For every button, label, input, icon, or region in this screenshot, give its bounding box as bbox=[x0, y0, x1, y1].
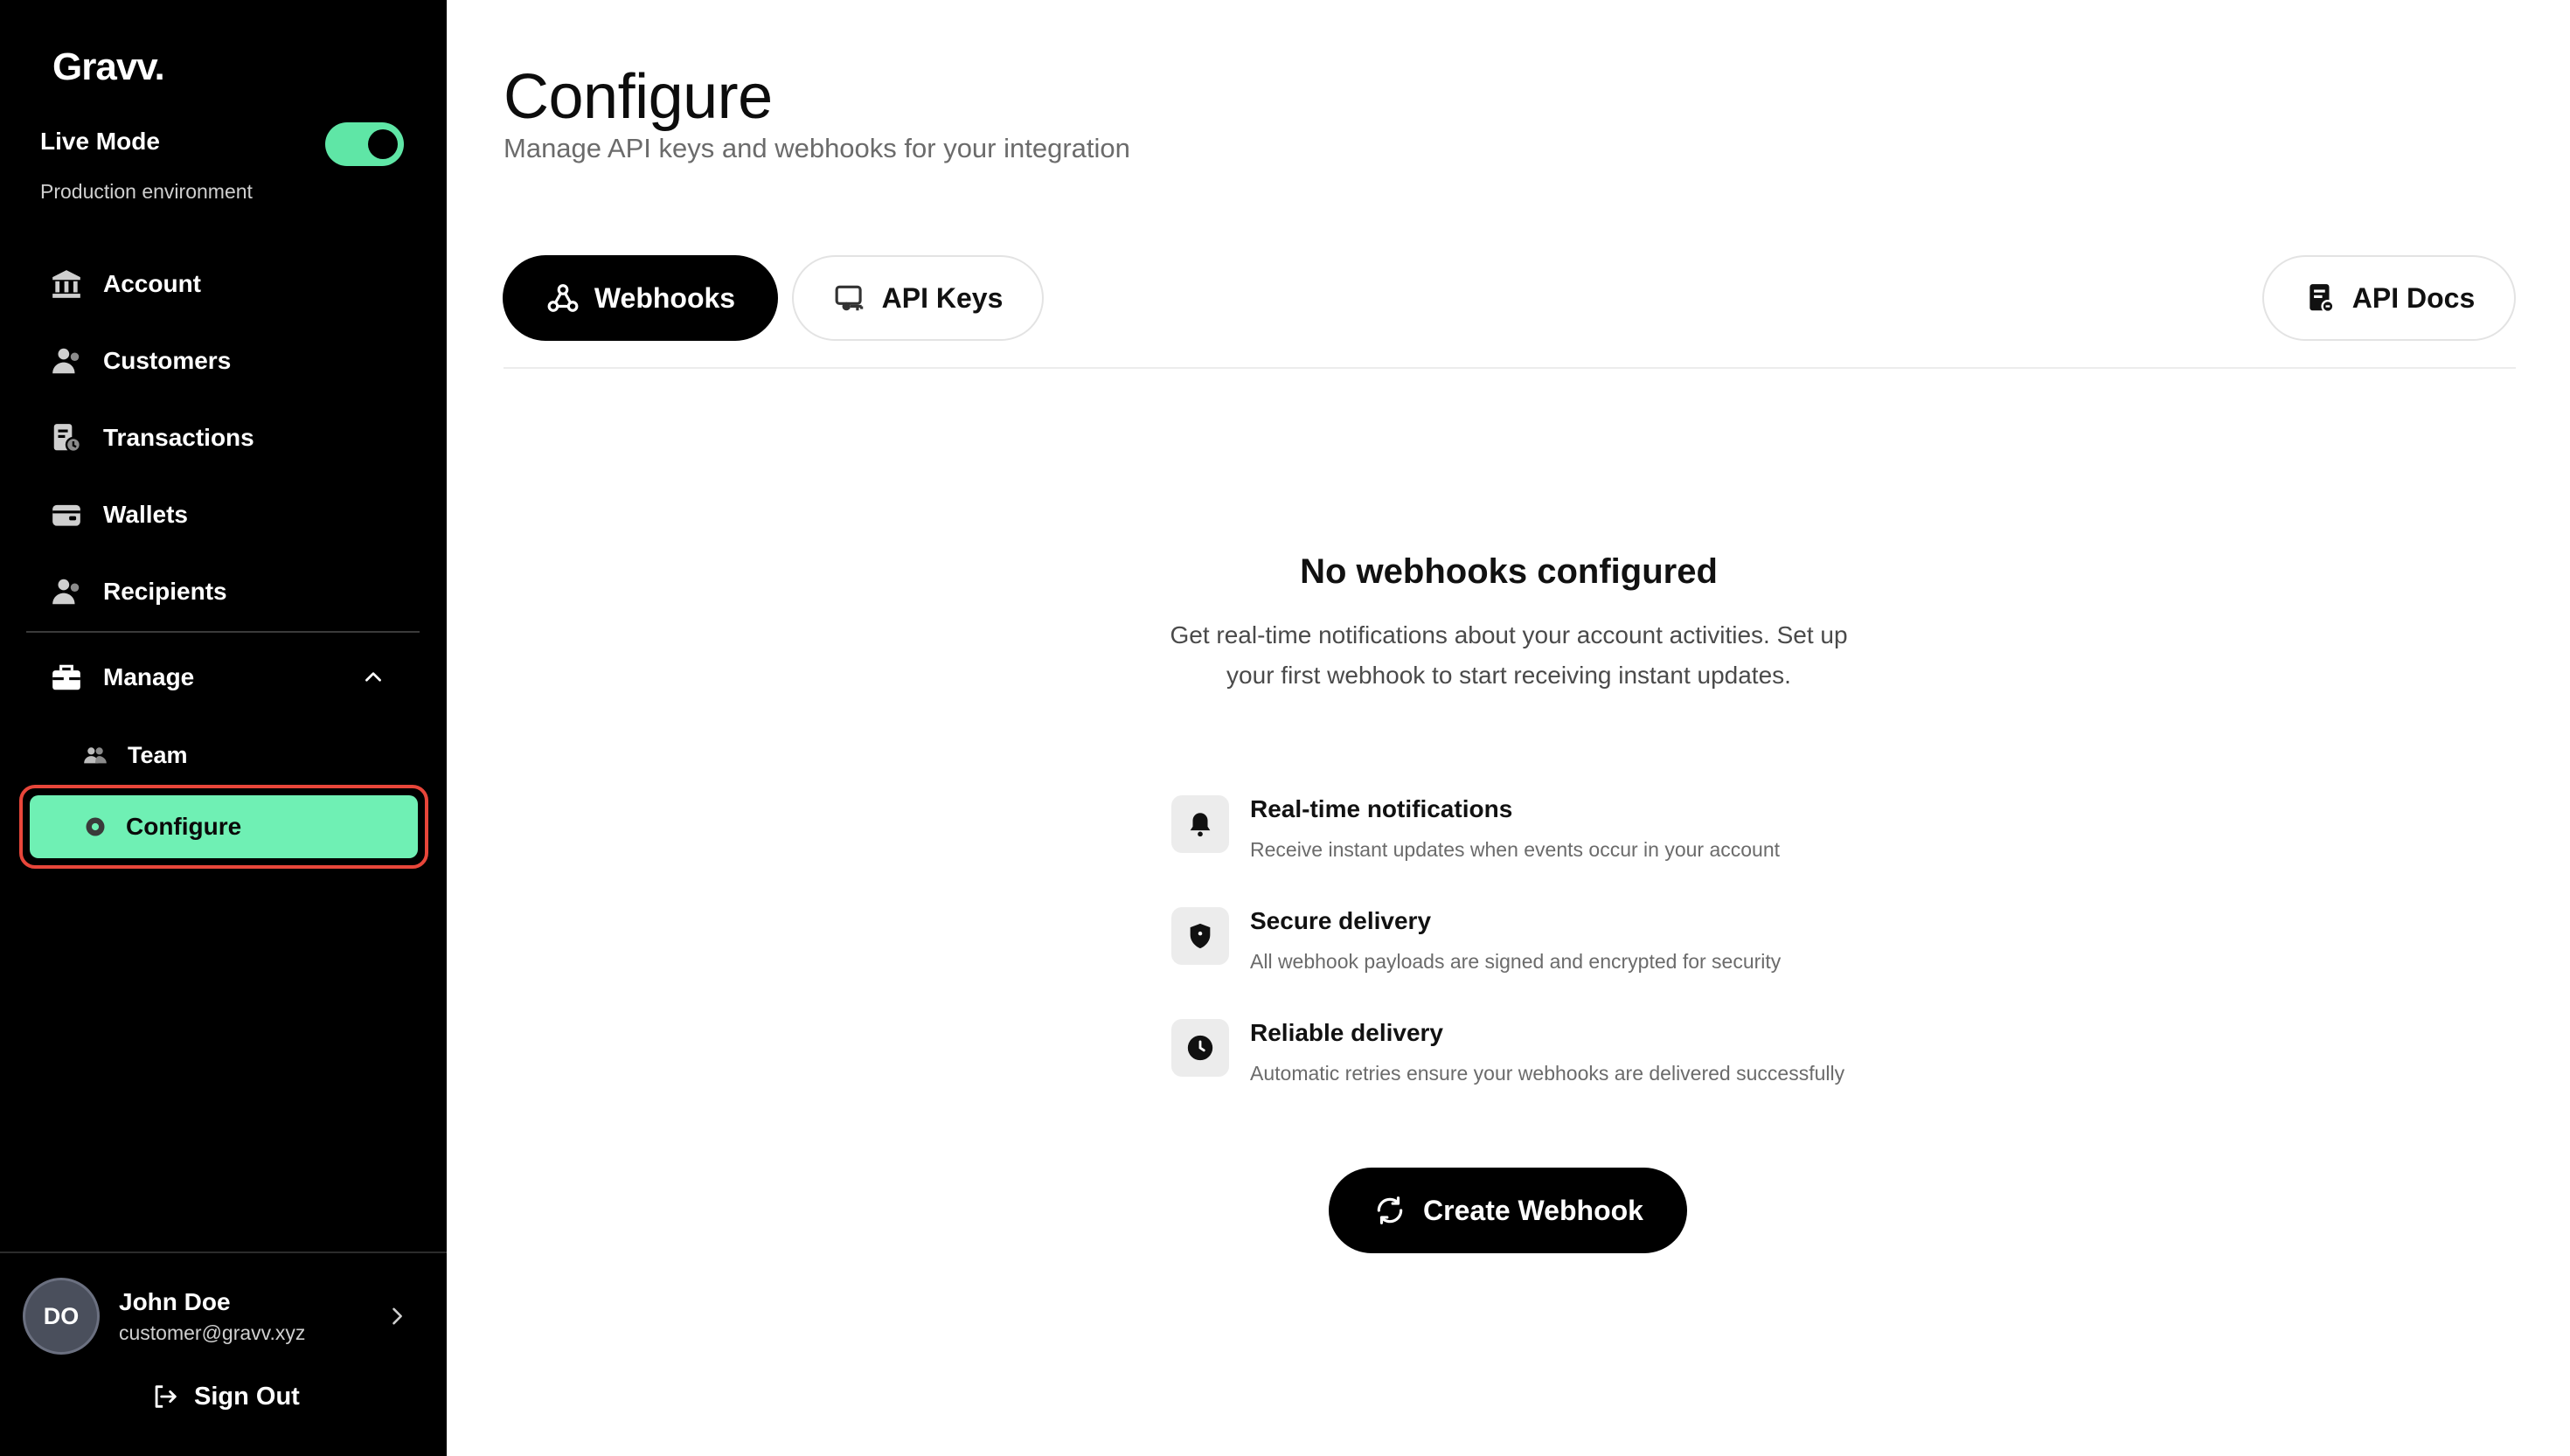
bell-icon bbox=[1171, 795, 1229, 853]
api-docs-label: API Docs bbox=[2351, 281, 2476, 314]
empty-state-title: No webhooks configured bbox=[1300, 552, 1718, 591]
team-icon bbox=[82, 742, 108, 768]
sidebar-item-label: Recipients bbox=[103, 578, 227, 605]
user-email: customer@gravv.xyz bbox=[119, 1321, 306, 1344]
feature-description: Receive instant updates when events occu… bbox=[1250, 838, 1781, 861]
empty-state-description: Get real-time notifications about your a… bbox=[1170, 621, 1848, 689]
tab-webhooks[interactable]: Webhooks bbox=[503, 255, 778, 341]
sidebar-footer-divider bbox=[0, 1251, 447, 1253]
feature-title: Reliable delivery bbox=[1250, 1019, 1444, 1046]
shield-icon bbox=[1171, 907, 1229, 965]
live-mode-label: Live Mode bbox=[40, 128, 160, 155]
feature-title: Secure delivery bbox=[1250, 907, 1432, 934]
feature-description: Automatic retries ensure your webhooks a… bbox=[1250, 1062, 1845, 1085]
sidebar-item-recipients[interactable]: Recipients bbox=[26, 561, 420, 622]
bank-icon bbox=[49, 267, 84, 302]
feature-title: Real-time notifications bbox=[1250, 795, 1513, 822]
clock-icon bbox=[1171, 1019, 1229, 1077]
api-docs-button[interactable]: API Docs bbox=[2262, 255, 2516, 341]
feature-description: All webhook payloads are signed and encr… bbox=[1250, 950, 1782, 973]
document-icon bbox=[2303, 281, 2338, 315]
webhook-icon bbox=[545, 281, 580, 315]
key-icon bbox=[833, 281, 868, 315]
users-icon bbox=[49, 343, 84, 378]
sidebar-item-customers[interactable]: Customers bbox=[26, 330, 420, 392]
toggle-knob bbox=[368, 129, 398, 159]
user-name: John Doe bbox=[119, 1287, 231, 1315]
sidebar-item-manage[interactable]: Manage bbox=[26, 647, 420, 708]
sidebar-item-team[interactable]: Team bbox=[79, 727, 411, 783]
receipt-icon bbox=[49, 420, 84, 455]
user-info: John Doe customer@gravv.xyz bbox=[119, 1288, 305, 1345]
tab-label: API Keys bbox=[881, 281, 1004, 314]
sidebar-item-configure[interactable]: Configure bbox=[30, 795, 418, 858]
sidebar-item-label: Account bbox=[103, 270, 201, 297]
sidebar-item-wallets[interactable]: Wallets bbox=[26, 484, 420, 545]
sign-out-label: Sign Out bbox=[194, 1382, 300, 1411]
chevron-up-icon bbox=[362, 666, 385, 689]
sidebar-item-label: Configure bbox=[126, 813, 242, 840]
sidebar-divider bbox=[26, 631, 420, 633]
avatar: DO bbox=[23, 1278, 100, 1355]
wallet-icon bbox=[49, 497, 84, 532]
environment-label: Production environment bbox=[40, 180, 253, 203]
tab-label: Webhooks bbox=[594, 281, 736, 314]
sidebar-item-transactions[interactable]: Transactions bbox=[26, 407, 420, 468]
sidebar-item-label: Manage bbox=[103, 663, 195, 690]
sidebar: Gravv. Live Mode Production environment … bbox=[0, 0, 447, 1456]
page-title: Configure bbox=[504, 62, 773, 132]
briefcase-icon bbox=[49, 660, 84, 695]
configure-highlight: Configure bbox=[19, 785, 428, 869]
sign-out-button[interactable]: Sign Out bbox=[150, 1376, 300, 1418]
tabs-divider bbox=[504, 367, 2516, 369]
page-subtitle: Manage API keys and webhooks for your in… bbox=[504, 133, 1130, 163]
sidebar-item-label: Customers bbox=[103, 347, 232, 374]
sidebar-item-account[interactable]: Account bbox=[26, 253, 420, 315]
gravv-logo: Gravv. bbox=[52, 45, 165, 88]
tab-api-keys[interactable]: API Keys bbox=[792, 255, 1044, 341]
create-webhook-button[interactable]: Create Webhook bbox=[1329, 1168, 1687, 1253]
gear-icon bbox=[82, 814, 108, 840]
sidebar-item-label: Team bbox=[128, 741, 188, 768]
sidebar-item-label: Wallets bbox=[103, 501, 188, 528]
live-mode-row: Live Mode bbox=[40, 122, 407, 168]
user-profile[interactable]: DO John Doe customer@gravv.xyz bbox=[23, 1278, 425, 1355]
chevron-right-icon bbox=[385, 1304, 409, 1328]
create-webhook-label: Create Webhook bbox=[1423, 1194, 1643, 1226]
refresh-icon bbox=[1372, 1193, 1407, 1228]
sidebar-item-label: Transactions bbox=[103, 424, 254, 451]
recipients-icon bbox=[49, 574, 84, 609]
sign-out-icon bbox=[150, 1382, 180, 1411]
live-mode-toggle[interactable] bbox=[325, 122, 404, 166]
